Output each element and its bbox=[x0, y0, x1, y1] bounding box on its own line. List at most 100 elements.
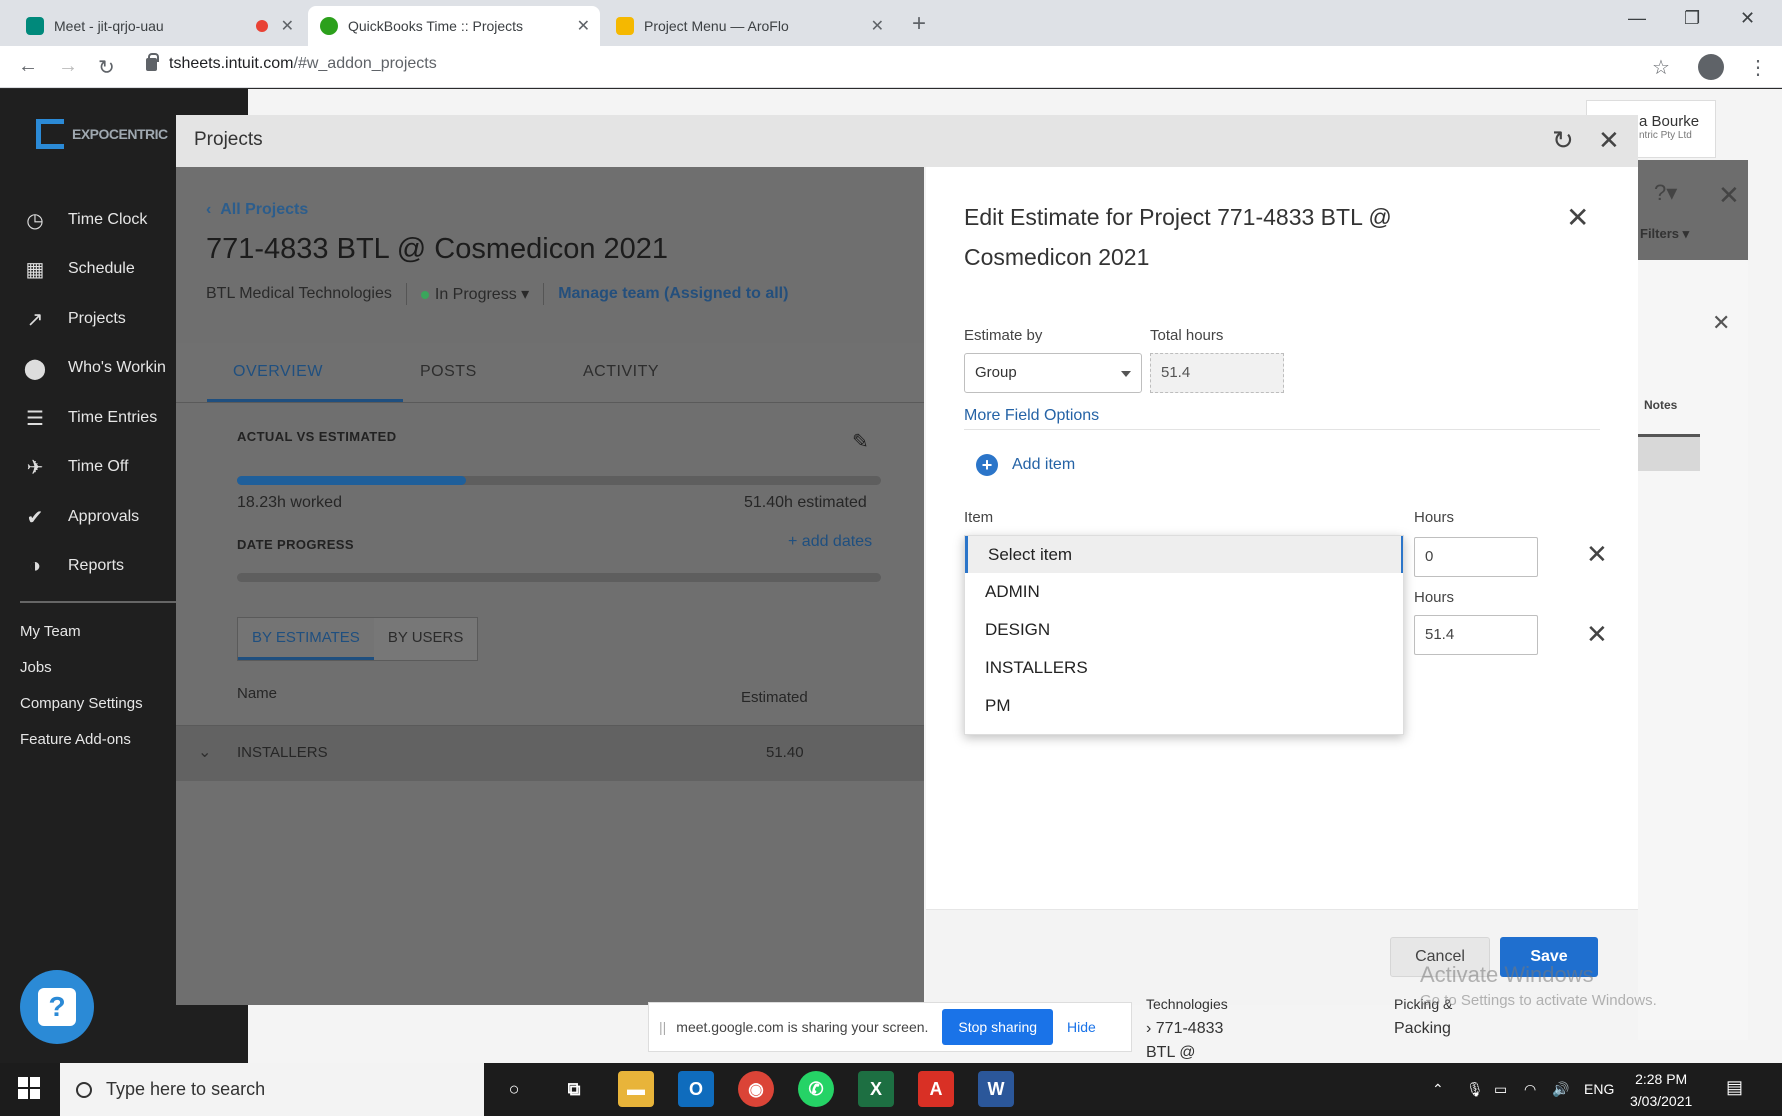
hours-input[interactable]: 51.4 bbox=[1414, 615, 1538, 655]
excel-icon[interactable]: X bbox=[858, 1071, 894, 1107]
tab-overview[interactable]: OVERVIEW bbox=[233, 363, 323, 381]
close-tab-icon[interactable]: ✕ bbox=[281, 16, 294, 36]
manage-team-link[interactable]: Manage team (Assigned to all) bbox=[558, 285, 788, 303]
behind-text: Packing bbox=[1394, 1020, 1451, 1037]
more-field-options-link[interactable]: More Field Options bbox=[964, 407, 1099, 425]
add-dates-link[interactable]: + add dates bbox=[788, 533, 872, 551]
chrome-icon[interactable]: ◉ bbox=[738, 1071, 774, 1107]
close-icon[interactable]: ✕ bbox=[1712, 310, 1730, 336]
column-header-name: Name bbox=[237, 685, 278, 702]
list-clock-icon: ☰ bbox=[26, 407, 44, 430]
windows-start-icon[interactable] bbox=[18, 1077, 40, 1099]
add-item-label: Add item bbox=[1012, 456, 1076, 473]
whatsapp-icon[interactable]: ✆ bbox=[798, 1071, 834, 1107]
chevron-down-icon[interactable]: ⌄ bbox=[198, 742, 211, 762]
dropdown-option-select-item[interactable]: Select item bbox=[965, 536, 1403, 573]
remove-item-icon[interactable]: ✕ bbox=[1586, 619, 1608, 650]
add-item-button[interactable]: + Add item bbox=[976, 454, 1075, 476]
reload-icon[interactable]: ↻ bbox=[98, 55, 115, 80]
dropdown-option-admin[interactable]: ADMIN bbox=[965, 573, 1403, 610]
cortana-icon[interactable]: ○ bbox=[496, 1071, 532, 1107]
sidebar-item-time-clock[interactable]: ◷ Time Clock bbox=[22, 207, 147, 233]
project-tabs: OVERVIEW POSTS ACTIVITY bbox=[176, 343, 924, 403]
table-row[interactable]: ⌄ INSTALLERS 51.40 bbox=[176, 725, 924, 781]
sidebar-link-company-settings[interactable]: Company Settings bbox=[20, 695, 143, 712]
taskbar-clock[interactable]: 2:28 PM 3/03/2021 bbox=[1630, 1068, 1692, 1112]
sidebar-item-projects[interactable]: ↗ Projects bbox=[22, 306, 126, 332]
hide-button[interactable]: Hide bbox=[1067, 1019, 1096, 1035]
close-dialog-icon[interactable]: ✕ bbox=[1566, 201, 1589, 234]
total-hours-label: Total hours bbox=[1150, 327, 1224, 344]
browser-menu-icon[interactable]: ⋮ bbox=[1748, 55, 1768, 80]
task-view-icon[interactable]: ⧉ bbox=[556, 1071, 592, 1107]
tab-posts[interactable]: POSTS bbox=[420, 363, 477, 381]
file-explorer-icon[interactable]: ▬ bbox=[618, 1071, 654, 1107]
close-window-icon[interactable]: ✕ bbox=[1740, 8, 1755, 29]
minimize-icon[interactable]: — bbox=[1628, 8, 1646, 29]
word-icon[interactable]: W bbox=[978, 1071, 1014, 1107]
sidebar-item-time-off[interactable]: ✈ Time Off bbox=[22, 454, 129, 480]
help-icon[interactable]: ?▾ bbox=[1654, 180, 1677, 206]
restore-icon[interactable]: ❐ bbox=[1684, 8, 1700, 29]
search-icon bbox=[76, 1081, 92, 1098]
profile-avatar-icon[interactable] bbox=[1698, 54, 1724, 80]
taskbar: Type here to search ○ ⧉ ▬ O ◉ ✆ X A W ⌃ … bbox=[0, 1063, 1782, 1116]
remove-item-icon[interactable]: ✕ bbox=[1586, 539, 1608, 570]
tab-aroflo[interactable]: Project Menu — AroFlo ✕ bbox=[604, 6, 894, 46]
sidebar-item-time-entries[interactable]: ☰ Time Entries bbox=[22, 405, 157, 431]
dropdown-option-pm[interactable]: PM bbox=[965, 687, 1403, 724]
bookmark-star-icon[interactable]: ☆ bbox=[1652, 55, 1670, 80]
chevron-down-icon bbox=[1121, 371, 1131, 377]
tab-title: QuickBooks Time :: Projects bbox=[348, 18, 524, 34]
tab-activity[interactable]: ACTIVITY bbox=[583, 363, 659, 381]
edit-pencil-icon[interactable]: ✎ bbox=[852, 429, 869, 454]
notifications-icon[interactable]: ▤ bbox=[1726, 1077, 1743, 1098]
refresh-icon[interactable]: ↻ bbox=[1552, 125, 1574, 156]
breadcrumb[interactable]: ‹ All Projects bbox=[206, 201, 308, 219]
acrobat-icon[interactable]: A bbox=[918, 1071, 954, 1107]
sidebar-item-schedule[interactable]: ▦ Schedule bbox=[22, 256, 135, 282]
close-tab-icon[interactable]: ✕ bbox=[577, 16, 590, 36]
new-tab-icon[interactable]: + bbox=[912, 10, 926, 38]
help-button[interactable]: ? bbox=[20, 970, 94, 1044]
estimate-by-select[interactable]: Group bbox=[964, 353, 1142, 393]
dropdown-option-installers[interactable]: INSTALLERS bbox=[965, 649, 1403, 686]
by-users-button[interactable]: BY USERS bbox=[374, 618, 478, 660]
pie-chart-icon: ◑ bbox=[28, 554, 42, 577]
outlook-icon[interactable]: O bbox=[678, 1071, 714, 1107]
microphone-icon[interactable]: 🎙 bbox=[1466, 1081, 1484, 1098]
filters-button[interactable]: Filters ▾ bbox=[1640, 226, 1689, 242]
wifi-icon[interactable]: ◠ bbox=[1524, 1081, 1536, 1098]
sidebar-item-label: Approvals bbox=[68, 508, 140, 525]
volume-icon[interactable]: 🔊 bbox=[1552, 1081, 1569, 1098]
estimate-by-label: Estimate by bbox=[964, 327, 1043, 344]
tab-meet[interactable]: Meet - jit-qrjo-uau ✕ bbox=[14, 6, 304, 46]
close-tab-icon[interactable]: ✕ bbox=[871, 16, 884, 36]
battery-icon[interactable]: ▭ bbox=[1494, 1081, 1507, 1098]
breadcrumb-label: All Projects bbox=[220, 201, 309, 218]
dropdown-option-design[interactable]: DESIGN bbox=[965, 611, 1403, 648]
tab-quickbooks[interactable]: QuickBooks Time :: Projects ✕ bbox=[308, 6, 600, 46]
forward-icon[interactable]: → bbox=[58, 55, 78, 78]
sidebar-item-reports[interactable]: ◑ Reports bbox=[22, 553, 124, 579]
item-dropdown: Select item ADMIN DESIGN INSTALLERS PM bbox=[964, 535, 1404, 735]
back-icon[interactable]: ← bbox=[18, 55, 38, 78]
chevron-up-icon[interactable]: ⌃ bbox=[1432, 1081, 1444, 1098]
estimate-by-value: Group bbox=[975, 364, 1017, 381]
sidebar-item-label: Time Off bbox=[68, 458, 129, 475]
url-field[interactable]: tsheets.intuit.com/#w_addon_projects bbox=[146, 52, 437, 73]
sidebar-link-feature-addons[interactable]: Feature Add-ons bbox=[20, 731, 131, 748]
close-projects-icon[interactable]: ✕ bbox=[1598, 125, 1620, 156]
stop-sharing-button[interactable]: Stop sharing bbox=[942, 1009, 1054, 1045]
sidebar-link-my-team[interactable]: My Team bbox=[20, 623, 81, 640]
sidebar-item-whos-working[interactable]: ⬤ Who's Workin bbox=[22, 355, 166, 381]
by-estimates-button[interactable]: BY ESTIMATES bbox=[238, 618, 374, 660]
sidebar-item-approvals[interactable]: ✔ Approvals bbox=[22, 504, 140, 530]
taskbar-search[interactable]: Type here to search bbox=[60, 1063, 484, 1116]
language-indicator[interactable]: ENG bbox=[1584, 1081, 1614, 1097]
hours-input[interactable]: 0 bbox=[1414, 537, 1538, 577]
close-panel-icon[interactable]: ✕ bbox=[1718, 180, 1740, 211]
drag-handle-icon[interactable]: || bbox=[659, 1019, 666, 1035]
status-dropdown[interactable]: In Progress ▾ bbox=[420, 284, 529, 304]
sidebar-link-jobs[interactable]: Jobs bbox=[20, 659, 52, 676]
